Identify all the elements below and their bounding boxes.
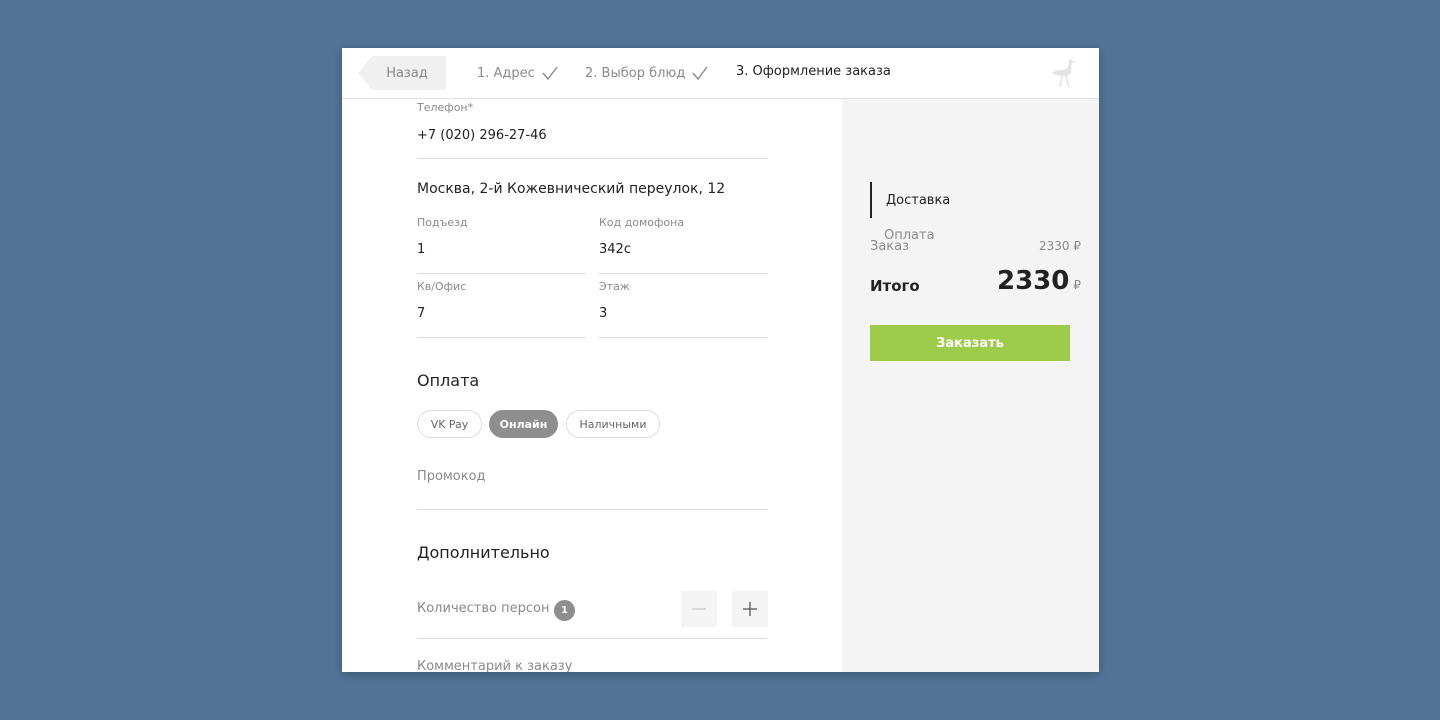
payment-title: Оплата: [417, 371, 480, 390]
extra-title: Дополнительно: [417, 543, 550, 562]
order-summary-sidebar: Доставка Оплата Заказ 2330 ₽ Итого 2330 …: [842, 99, 1099, 672]
minus-icon: [692, 608, 706, 610]
place-order-button[interactable]: Заказать: [870, 325, 1070, 361]
total-label: Итого: [870, 277, 920, 295]
floor-label: Этаж: [599, 280, 630, 293]
order-subtotal-row: Заказ 2330 ₽: [870, 239, 1081, 254]
persons-row: Количество персон 1: [417, 588, 768, 639]
floor-field[interactable]: Этаж 3: [599, 280, 768, 338]
checkout-window: Назад 1. Адрес 2. Выбор блюд 3. Оформлен…: [342, 48, 1099, 672]
entrance-field[interactable]: Подъезд 1: [417, 216, 586, 274]
step-dishes-label: 2. Выбор блюд: [585, 65, 686, 81]
entrance-label: Подъезд: [417, 216, 468, 229]
step-dishes[interactable]: 2. Выбор блюд: [585, 64, 709, 82]
persons-count-badge: 1: [554, 600, 575, 621]
phone-value: +7 (020) 296-27-46: [417, 128, 547, 143]
comment-label: Комментарий к заказу: [417, 659, 573, 672]
step-checkout-label: 3. Оформление заказа: [736, 64, 891, 79]
decrease-persons-button[interactable]: [681, 591, 717, 627]
phone-field[interactable]: Телефон* +7 (020) 296-27-46: [417, 101, 768, 159]
promo-input[interactable]: [417, 469, 768, 484]
door-code-field[interactable]: Код домофона 342с: [599, 216, 768, 274]
back-button[interactable]: Назад: [358, 56, 446, 90]
door-code-label: Код домофона: [599, 216, 685, 229]
payment-option-cash[interactable]: Наличными: [566, 410, 660, 438]
currency-symbol: ₽: [1073, 278, 1081, 292]
floor-value: 3: [599, 306, 608, 321]
apartment-field[interactable]: Кв/Офис 7: [417, 280, 586, 338]
persons-label: Количество персон: [417, 601, 550, 616]
ostrich-logo-icon: [1052, 59, 1076, 88]
delivery-address: Москва, 2-й Кожевнический переулок, 12: [417, 181, 726, 197]
apartment-value: 7: [417, 306, 426, 321]
plus-icon: [743, 602, 757, 616]
entrance-value: 1: [417, 242, 426, 257]
payment-option-online[interactable]: Онлайн: [489, 410, 558, 438]
check-icon: [692, 66, 708, 81]
step-address[interactable]: 1. Адрес: [477, 64, 559, 82]
order-label: Заказ: [870, 239, 910, 254]
apartment-label: Кв/Офис: [417, 280, 467, 293]
step-address-label: 1. Адрес: [477, 65, 535, 81]
promo-field: [417, 465, 768, 510]
step-checkout: 3. Оформление заказа: [736, 64, 891, 79]
top-bar: Назад 1. Адрес 2. Выбор блюд 3. Оформлен…: [342, 48, 1099, 99]
total-amount: 2330: [996, 266, 1070, 296]
door-code-value: 342с: [599, 242, 631, 257]
phone-label: Телефон*: [417, 101, 474, 114]
payment-option-vkpay[interactable]: VK Pay: [417, 410, 482, 438]
order-amount: 2330 ₽: [1039, 239, 1081, 253]
increase-persons-button[interactable]: [732, 591, 768, 627]
checkout-form: Телефон* +7 (020) 296-27-46 Москва, 2-й …: [342, 99, 842, 672]
sidebar-nav-delivery[interactable]: Доставка: [870, 182, 1070, 218]
total-amount-group: 2330 ₽: [997, 266, 1081, 296]
check-icon: [542, 66, 558, 81]
